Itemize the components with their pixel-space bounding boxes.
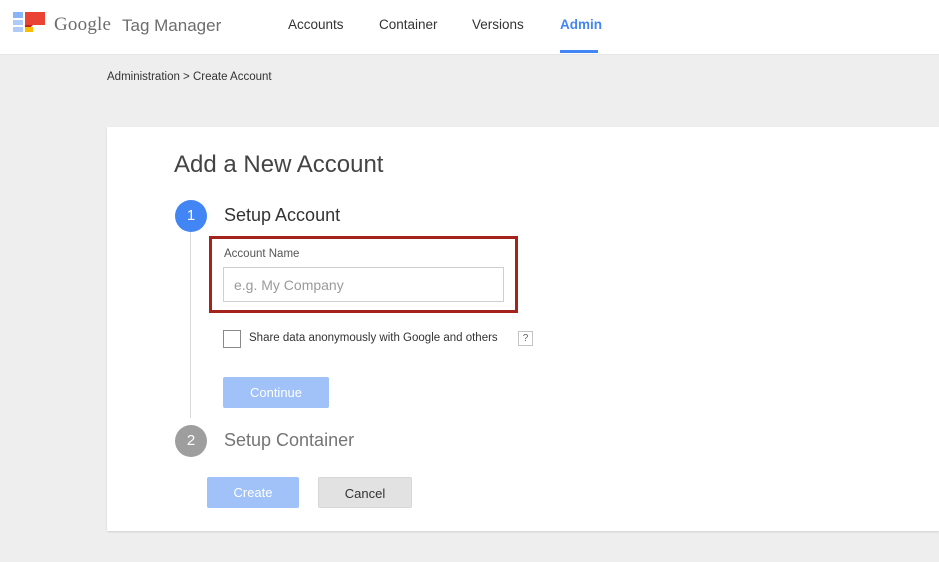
nav-versions[interactable]: Versions — [472, 17, 524, 32]
step-1-title: Setup Account — [224, 205, 341, 225]
cancel-button[interactable]: Cancel — [318, 477, 412, 508]
brand-product: Tag Manager — [122, 16, 222, 35]
share-data-label: Share data anonymously with Google and o… — [249, 332, 498, 344]
nav-admin[interactable]: Admin — [560, 17, 602, 32]
create-account-card — [107, 127, 939, 531]
step-connector-line — [190, 231, 191, 418]
brand-google: Google — [54, 14, 112, 35]
account-name-input[interactable] — [223, 267, 504, 302]
top-bar: Google Tag Manager Accounts Container Ve… — [0, 0, 939, 55]
help-icon[interactable]: ? — [518, 331, 533, 346]
breadcrumb: Administration > Create Account — [107, 71, 272, 83]
nav-container[interactable]: Container — [379, 17, 438, 32]
nav-active-indicator — [560, 50, 598, 53]
nav-accounts[interactable]: Accounts — [288, 17, 344, 32]
step-1-badge: 1 — [175, 200, 207, 232]
create-button[interactable]: Create — [207, 477, 299, 508]
account-name-label: Account Name — [224, 248, 300, 260]
step-2-title: Setup Container — [224, 430, 355, 450]
step-2-badge: 2 — [175, 425, 207, 457]
continue-button[interactable]: Continue — [223, 377, 329, 408]
page-title: Add a New Account — [174, 151, 384, 178]
share-data-checkbox[interactable] — [223, 330, 241, 348]
tag-manager-logo-icon — [13, 12, 45, 32]
